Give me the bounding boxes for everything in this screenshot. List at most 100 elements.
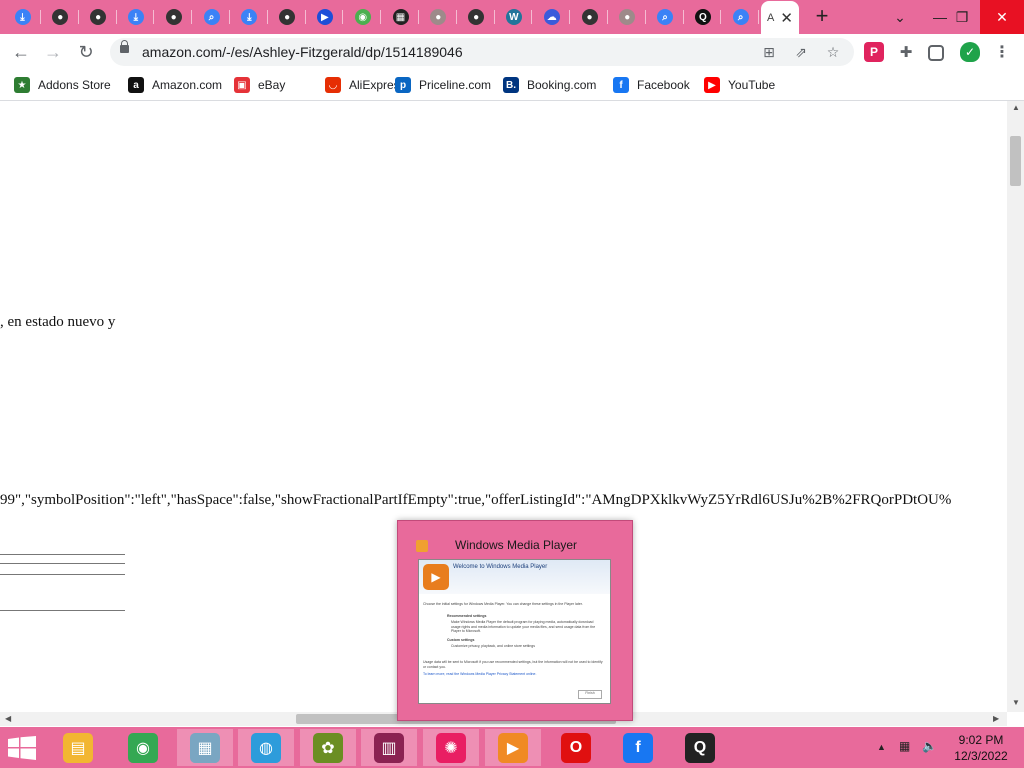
taskbar-facebook[interactable]: f	[610, 729, 666, 766]
volume-icon[interactable]: 🔈	[922, 739, 937, 753]
tab-separator	[569, 10, 571, 24]
download-icon: ⤓	[14, 9, 31, 25]
shield-extension-icon[interactable]: ✓	[960, 42, 980, 62]
pocket-extension-icon[interactable]: P	[864, 42, 884, 62]
vertical-scrollbar[interactable]: ▲ ▼	[1007, 101, 1024, 712]
tab-search-chevron-icon[interactable]: ⌄	[880, 0, 920, 34]
back-button[interactable]: ←	[8, 40, 34, 64]
bookmark-label: eBay	[258, 78, 286, 92]
browser-tab[interactable]: ▦	[382, 4, 419, 30]
page-json-fragment: 99","symbolPosition":"left","hasSpace":f…	[0, 492, 952, 508]
tab-separator	[720, 10, 722, 24]
browser-tab[interactable]: ●	[571, 4, 608, 30]
search-icon: ⌕	[657, 9, 674, 25]
globe-icon: ●	[52, 9, 69, 25]
browser-tab[interactable]: ●	[269, 4, 306, 30]
browser-tab[interactable]: ⤓	[4, 4, 41, 30]
taskbar-vpn[interactable]: ◍	[238, 729, 294, 766]
browser-tab[interactable]: ◉	[344, 4, 382, 30]
network-icon[interactable]: ▦	[899, 739, 910, 753]
custom-settings-radio[interactable]: Custom settings	[447, 638, 597, 643]
browser-tab[interactable]: ●	[80, 4, 117, 30]
forward-button[interactable]: →	[40, 40, 66, 64]
taskbar-resource-monitor[interactable]: ▦	[177, 729, 233, 766]
bookmark-label: Amazon.com	[152, 78, 223, 92]
recommended-settings-radio[interactable]: Recommended settings	[447, 614, 597, 619]
reload-button[interactable]: ↻	[73, 40, 99, 64]
bookmark-addons-store[interactable]: ★ Addons Store	[14, 76, 111, 94]
taskbar-opera[interactable]: O	[548, 729, 604, 766]
tab-separator	[493, 10, 495, 24]
menu-kebab-icon[interactable]: ⋮	[992, 42, 1012, 62]
bookmark-youtube[interactable]: ▶ YouTube	[704, 76, 775, 94]
taskbar-file-explorer[interactable]: ▤	[50, 729, 106, 766]
taskbar-chrome[interactable]: ◉	[115, 729, 171, 766]
taskbar-media-center[interactable]: ✺	[423, 729, 479, 766]
monitor-icon: ▦	[190, 732, 220, 763]
aliexpress-icon: ◡	[325, 77, 341, 93]
restore-button[interactable]: ❐	[942, 0, 982, 34]
bookmark-aliexpress[interactable]: ◡ AliExpress	[325, 76, 406, 94]
bookmark-ebay[interactable]: ▣ eBay	[234, 76, 285, 94]
lock-icon[interactable]	[120, 40, 129, 53]
active-tab[interactable]: A ✕	[761, 1, 799, 34]
tray-chevron-up-icon[interactable]: ▲	[877, 742, 886, 752]
download-icon: ⤓	[127, 9, 144, 25]
browser-tab[interactable]: ●	[609, 4, 646, 30]
divider-line	[0, 610, 125, 611]
bookmark-priceline-com[interactable]: p Priceline.com	[395, 76, 491, 94]
translate-icon[interactable]: ⊞	[760, 43, 778, 61]
browser-tab[interactable]: ⤓	[231, 4, 268, 30]
close-tab-icon[interactable]: ✕	[780, 9, 793, 27]
address-text[interactable]: amazon.com/-/es/Ashley-Fitzgerald/dp/151…	[142, 44, 463, 60]
browser-tab[interactable]: Q	[684, 4, 722, 30]
extensions-puzzle-icon[interactable]: ✚	[896, 42, 916, 62]
taskbar-quicktime[interactable]: Q	[672, 729, 728, 766]
browser-tab[interactable]: W	[495, 4, 533, 30]
new-tab-button[interactable]: +	[810, 5, 834, 29]
browser-tab[interactable]: ▶	[306, 4, 344, 30]
taskbar-game[interactable]: ✿	[300, 729, 356, 766]
finish-button[interactable]: Finish	[578, 690, 602, 699]
wordpress-icon: W	[505, 9, 522, 25]
system-clock[interactable]: 9:02 PM 12/3/2022	[946, 732, 1016, 764]
bookmark-facebook[interactable]: f Facebook	[613, 76, 690, 94]
side-panel-icon[interactable]	[928, 45, 944, 61]
scroll-left-arrow-icon[interactable]: ◀	[5, 714, 11, 723]
browser-tab[interactable]: ⤓	[117, 4, 155, 30]
browser-tab[interactable]: ⌕	[193, 4, 230, 30]
scroll-up-arrow-icon[interactable]: ▲	[1012, 103, 1020, 112]
youtube-icon: ▶	[704, 77, 720, 93]
browser-tab[interactable]: ⌕	[722, 4, 760, 30]
scroll-right-arrow-icon[interactable]: ▶	[993, 714, 999, 723]
browser-tab[interactable]: ●	[155, 4, 193, 30]
media-center-icon: ✺	[436, 732, 466, 763]
booking-icon: B.	[503, 77, 519, 93]
bookmark-amazon-com[interactable]: a Amazon.com	[128, 76, 222, 94]
custom-settings-desc: Customize privacy, playback, and online …	[451, 644, 535, 648]
bookmark-star-icon[interactable]: ☆	[824, 43, 842, 61]
close-window-button[interactable]: ✕	[980, 0, 1024, 34]
share-icon[interactable]: ⇗	[792, 43, 810, 61]
browser-tab[interactable]: ●	[458, 4, 495, 30]
address-bar[interactable]: amazon.com/-/es/Ashley-Fitzgerald/dp/151…	[110, 38, 854, 66]
bookmark-booking-com[interactable]: B. Booking.com	[503, 76, 596, 94]
tab-separator	[153, 10, 155, 24]
taskbar-winrar[interactable]: ▥	[361, 729, 417, 766]
tab-separator	[115, 10, 117, 24]
dialog-body: ▶ Welcome to Windows Media Player Choose…	[418, 559, 611, 704]
browser-tab[interactable]: ☁	[533, 4, 571, 30]
start-button[interactable]	[8, 736, 36, 760]
wmp-welcome-dialog[interactable]: Windows Media Player ▶ Welcome to Window…	[397, 520, 633, 721]
archive-icon: ▥	[374, 732, 404, 763]
privacy-statement-link[interactable]: To learn more, read the Windows Media Pl…	[423, 672, 605, 677]
bookmarks-bar: ★ Addons Store a Amazon.com ▣ eBay ◡ AliExpress…	[0, 70, 1024, 101]
browser-tab[interactable]: ●	[42, 4, 79, 30]
tab-separator	[758, 10, 760, 24]
browser-tab[interactable]: ●	[420, 4, 457, 30]
browser-tab[interactable]: ⌕	[647, 4, 684, 30]
tab-separator	[455, 10, 457, 24]
taskbar-windows-media-player[interactable]: ▶	[485, 729, 541, 766]
vertical-scroll-thumb[interactable]	[1010, 136, 1021, 186]
scroll-down-arrow-icon[interactable]: ▼	[1012, 698, 1020, 707]
